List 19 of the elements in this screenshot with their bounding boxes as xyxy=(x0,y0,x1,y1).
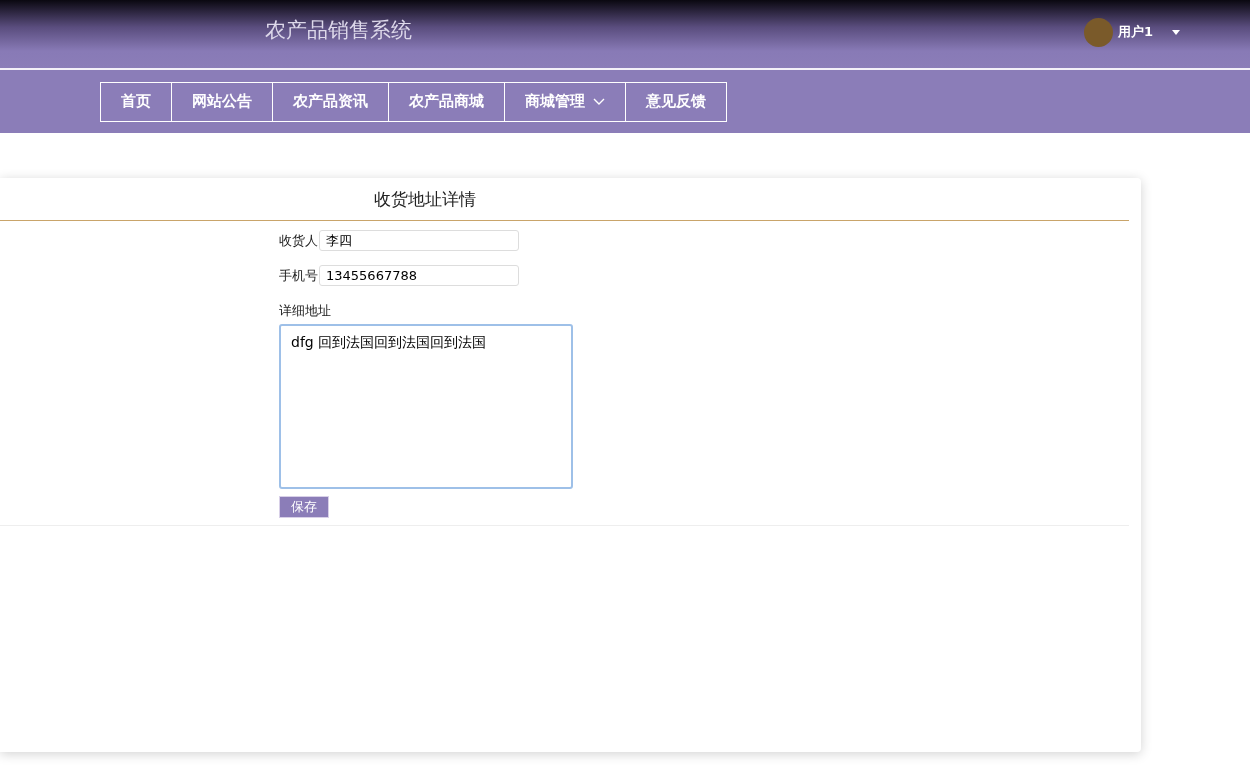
chevron-down-icon xyxy=(593,97,605,106)
input-field[interactable]: 李四 xyxy=(319,230,519,251)
nav-item[interactable]: 农产品商城 xyxy=(388,81,505,122)
field-label: 手机号 xyxy=(279,266,318,285)
card-title: 收货地址详情 xyxy=(373,187,476,211)
nav-item[interactable]: 首页 xyxy=(100,81,172,122)
field-label: 详细地址 xyxy=(279,302,331,320)
address-textarea[interactable]: dfg 回到法国回到法国回到法国 xyxy=(279,324,573,489)
save-button[interactable]: 保存 xyxy=(279,496,329,518)
nav-item[interactable]: 意见反馈 xyxy=(625,81,727,122)
avatar-icon[interactable] xyxy=(1083,17,1113,47)
nav-item[interactable]: 商城管理 xyxy=(504,81,626,122)
field-label: 收货人 xyxy=(279,231,318,250)
site-title: 农产品销售系统 xyxy=(265,17,412,44)
nav-item[interactable]: 农产品资讯 xyxy=(272,81,389,122)
nav-item[interactable]: 网站公告 xyxy=(171,81,273,122)
caret-icon[interactable] xyxy=(1172,29,1180,35)
user-name[interactable]: 用户1 xyxy=(1117,23,1153,41)
input-field[interactable]: 13455667788 xyxy=(319,265,519,286)
